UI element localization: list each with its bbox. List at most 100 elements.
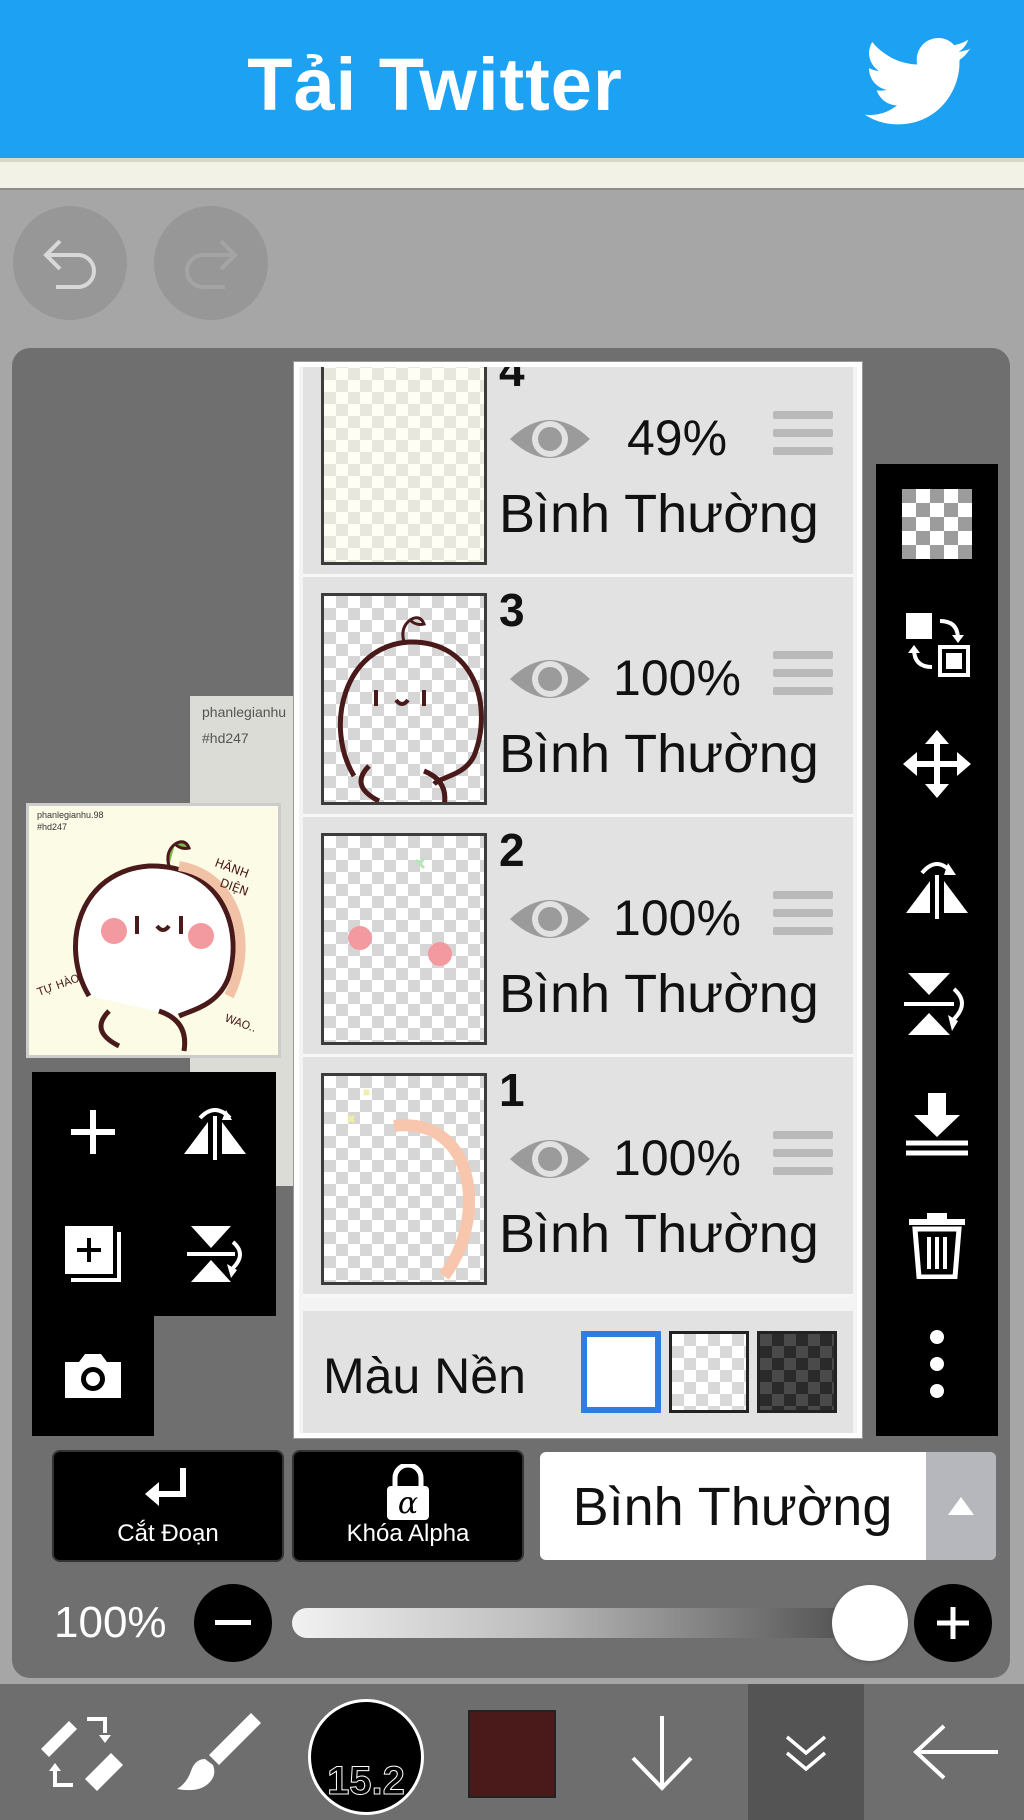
duplicate-layer-button[interactable] [32, 1194, 154, 1314]
more-button[interactable] [876, 1304, 998, 1424]
canvas-preview: phanlegianhu.98 #hd247 HÃNH DIỆN TỰ HÀO … [26, 803, 281, 1058]
layer-number: 1 [499, 1064, 525, 1116]
layer-number: 4 [499, 362, 525, 396]
color-swatch-button[interactable] [468, 1710, 556, 1798]
swap-layer-icon [906, 613, 970, 677]
background-transparent-option[interactable] [669, 1331, 749, 1413]
back-button[interactable] [900, 1684, 1010, 1820]
alpha-lock-icon: α [387, 1464, 429, 1521]
move-button[interactable] [876, 704, 998, 824]
layer-thumbnail [321, 1073, 487, 1285]
svg-text:WAO..: WAO.. [223, 1012, 258, 1035]
transform-button[interactable] [20, 1684, 140, 1820]
merge-down-button[interactable] [876, 1064, 998, 1184]
minus-icon [215, 1620, 251, 1625]
brush-icon [177, 1713, 261, 1791]
layer-opacity: 100% [613, 650, 741, 706]
add-layer-button[interactable] [32, 1072, 154, 1192]
brush-button[interactable] [165, 1684, 275, 1820]
blend-mode-arrow[interactable] [926, 1452, 996, 1560]
redo-button[interactable] [154, 206, 268, 320]
layer-thumbnail-art [346, 1088, 476, 1280]
drag-handle-icon[interactable] [773, 411, 833, 465]
canvas-text: phanlegianhu [202, 704, 287, 720]
opacity-slider-track[interactable] [292, 1608, 892, 1638]
camera-button[interactable] [32, 1316, 154, 1436]
flip-vertical-icon [187, 1226, 242, 1282]
chevron-up-icon [948, 1497, 974, 1515]
drag-handle-icon[interactable] [773, 651, 833, 705]
layer-thumbnail [321, 367, 487, 565]
layer-row[interactable]: 2 100% Bình Thường [303, 817, 853, 1057]
layer-thumbnail-art [337, 616, 484, 802]
more-icon [930, 1330, 944, 1398]
layer-row[interactable]: 4 49% Bình Thường [303, 362, 853, 577]
layer-blend-mode: Bình Thường [499, 1204, 819, 1264]
clipping-label: Cắt Đoạn [117, 1520, 219, 1547]
ad-title: Tải Twitter [247, 43, 623, 126]
flip-horizontal-button[interactable] [154, 1072, 276, 1192]
layer-opacity: 100% [613, 1130, 741, 1186]
plus-icon [937, 1607, 969, 1639]
opacity-label: 100% [54, 1598, 167, 1647]
flip-vertical-icon [904, 973, 964, 1035]
opacity-slider-thumb[interactable] [832, 1585, 908, 1661]
scroll-down-button[interactable] [612, 1684, 712, 1820]
layer-number: 2 [499, 824, 525, 876]
drag-handle-icon[interactable] [773, 891, 833, 945]
eye-icon[interactable] [508, 409, 592, 469]
transparency-icon [902, 489, 972, 559]
layer-opacity: 100% [613, 890, 741, 946]
down-arrow-icon [631, 1716, 693, 1791]
eye-icon[interactable] [508, 1129, 592, 1189]
brush-size-button[interactable]: 15.2 [308, 1699, 424, 1815]
layer-panel-toggle-button[interactable] [748, 1684, 864, 1820]
layer-thumbnail-art [348, 857, 452, 966]
layer-collapse-icon [785, 1735, 827, 1772]
layer-blend-mode: Bình Thường [499, 724, 819, 784]
undo-button[interactable] [13, 206, 127, 320]
alpha-lock-label: Khóa Alpha [346, 1520, 470, 1547]
background-dark-checker-option[interactable] [757, 1331, 837, 1413]
layer-panel: 4 49% Bình Thường 3 100% Bình Thường 2 1… [294, 362, 862, 1438]
layer-row[interactable]: 3 100% Bình Thường [303, 577, 853, 817]
transparency-button[interactable] [876, 464, 998, 584]
redo-icon [185, 239, 238, 289]
add-layer-copy-icon [65, 1226, 121, 1282]
flip-vertical-button[interactable] [876, 944, 998, 1064]
clipping-button[interactable]: Cắt Đoạn [52, 1450, 284, 1562]
layer-blend-mode: Bình Thường [499, 964, 819, 1024]
alpha-lock-button[interactable]: α Khóa Alpha [292, 1450, 524, 1562]
canvas-text: #hd247 [202, 730, 249, 746]
preview-drawing: HÃNH DIỆN TỰ HÀO WAO.. [35, 840, 258, 1052]
eye-icon[interactable] [508, 889, 592, 949]
background-color-row: Màu Nền [303, 1311, 853, 1433]
transform-icon [41, 1717, 123, 1791]
clipping-icon [145, 1468, 186, 1506]
left-toolbar [32, 1072, 276, 1316]
flip-vertical-button[interactable] [154, 1194, 276, 1314]
layer-row[interactable]: 1 100% Bình Thường [303, 1057, 853, 1297]
flip-horizontal-icon [184, 1108, 246, 1160]
flip-horizontal-icon [906, 862, 968, 919]
layer-blend-mode: Bình Thường [499, 484, 819, 544]
svg-text:HÃNH: HÃNH [213, 855, 251, 881]
flip-horizontal-button[interactable] [876, 824, 998, 944]
drag-handle-icon[interactable] [773, 1131, 833, 1185]
ad-strip [0, 162, 1024, 190]
eye-icon[interactable] [508, 649, 592, 709]
brush-size-value: 15.2 [327, 1759, 406, 1804]
opacity-decrease-button[interactable] [194, 1584, 272, 1662]
blend-mode-select[interactable]: Bình Thường [540, 1452, 996, 1560]
ad-banner[interactable]: Tải Twitter [0, 0, 1024, 162]
opacity-increase-button[interactable] [914, 1584, 992, 1662]
right-toolbar [876, 464, 998, 1436]
bottom-toolbar: 15.2 [0, 1684, 1024, 1820]
swap-layer-button[interactable] [876, 584, 998, 704]
layer-thumbnail [321, 593, 487, 805]
delete-layer-button[interactable] [876, 1184, 998, 1304]
trash-icon [909, 1213, 965, 1279]
add-layer-icon [71, 1110, 115, 1154]
background-white-option[interactable] [581, 1331, 661, 1413]
undo-icon [43, 239, 96, 289]
